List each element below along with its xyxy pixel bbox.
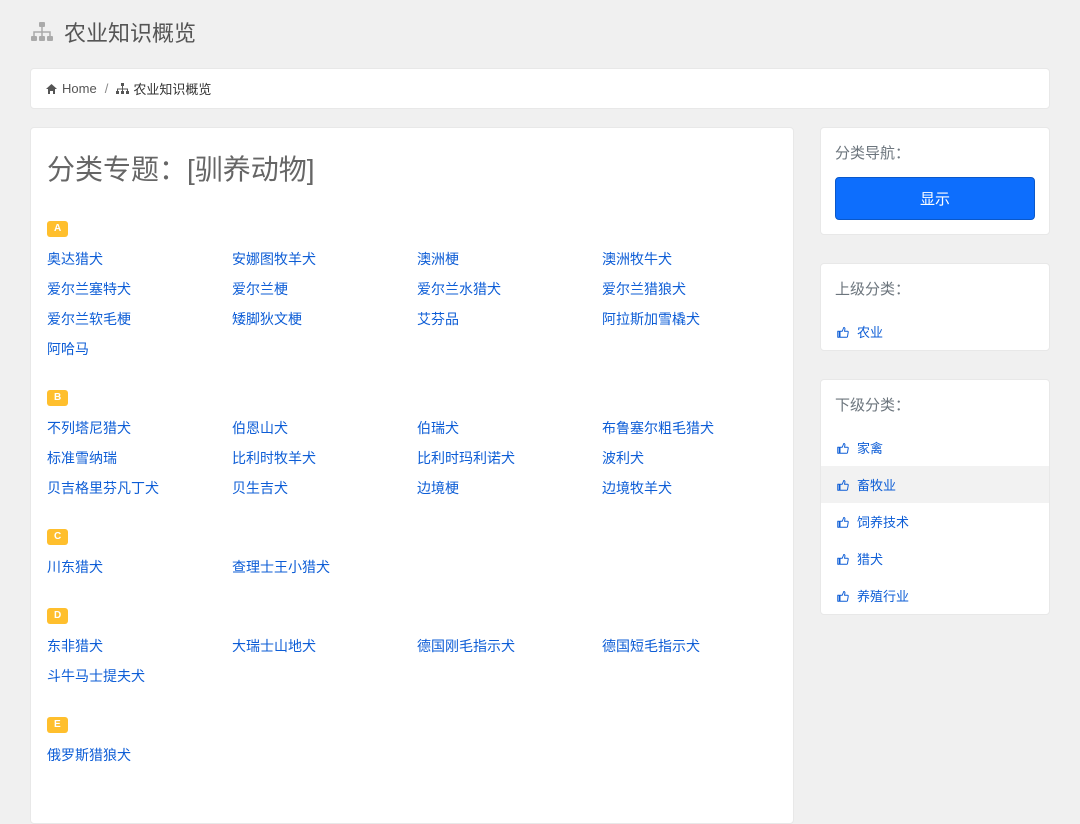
topic-link[interactable]: 斗牛马士提夫犬 [47, 666, 222, 686]
topic-link[interactable]: 爱尔兰软毛梗 [47, 309, 222, 329]
parent-category-card: 上级分类： 农业 [820, 263, 1050, 351]
topic-link[interactable]: 大瑞士山地犬 [232, 636, 407, 656]
topic-link[interactable]: 比利时牧羊犬 [232, 448, 407, 468]
category-link[interactable]: 家禽 [857, 438, 883, 457]
items-grid: 奥达猎犬安娜图牧羊犬澳洲梗澳洲牧牛犬爱尔兰塞特犬爱尔兰梗爱尔兰水猎犬爱尔兰猎狼犬… [47, 249, 777, 359]
topic-link[interactable]: 澳洲牧牛犬 [602, 249, 777, 269]
category-link[interactable]: 饲养技术 [857, 512, 909, 531]
topic-link[interactable]: 俄罗斯猎狼犬 [47, 745, 222, 765]
topic-link[interactable]: 德国短毛指示犬 [602, 636, 777, 656]
nav-card: 分类导航： 显示 [820, 127, 1050, 235]
thumbs-up-icon [837, 553, 849, 565]
topic-link[interactable]: 伯瑞犬 [417, 418, 592, 438]
topic-link[interactable]: 安娜图牧羊犬 [232, 249, 407, 269]
category-link[interactable]: 养殖行业 [857, 586, 909, 605]
thumbs-up-icon [837, 326, 849, 338]
items-grid: 川东猎犬查理士王小猎犬 [47, 557, 777, 577]
main-title: 分类专题：[驯养动物] [47, 148, 777, 188]
main-panel: 分类专题：[驯养动物] A奥达猎犬安娜图牧羊犬澳洲梗澳洲牧牛犬爱尔兰塞特犬爱尔兰… [30, 127, 794, 824]
breadcrumb-separator: / [105, 81, 109, 96]
page-header: 农业知识概览 [30, 0, 1050, 68]
topic-link[interactable]: 比利时玛利诺犬 [417, 448, 592, 468]
section-letter-badge: C [47, 529, 68, 545]
topic-link[interactable]: 阿哈马 [47, 339, 222, 359]
show-button[interactable]: 显示 [835, 177, 1035, 220]
topic-link[interactable]: 边境牧羊犬 [602, 478, 777, 498]
section-letter-badge: A [47, 221, 68, 237]
category-item[interactable]: 猎犬 [821, 540, 1049, 577]
section-letter-badge: D [47, 608, 68, 624]
items-grid: 俄罗斯猎狼犬 [47, 745, 777, 765]
thumbs-up-icon [837, 479, 849, 491]
topic-link[interactable]: 澳洲梗 [417, 249, 592, 269]
thumbs-up-icon [837, 590, 849, 602]
items-grid: 不列塔尼猎犬伯恩山犬伯瑞犬布鲁塞尔粗毛猎犬标准雪纳瑞比利时牧羊犬比利时玛利诺犬波… [47, 418, 777, 498]
nav-card-title: 分类导航： [835, 142, 1035, 163]
category-item[interactable]: 家禽 [821, 429, 1049, 466]
topic-link[interactable]: 爱尔兰水猎犬 [417, 279, 592, 299]
category-item[interactable]: 养殖行业 [821, 577, 1049, 614]
sitemap-icon [116, 83, 129, 95]
topic-link[interactable]: 艾芬品 [417, 309, 592, 329]
topic-link[interactable]: 标准雪纳瑞 [47, 448, 222, 468]
topic-link[interactable]: 矮脚狄文梗 [232, 309, 407, 329]
items-grid: 东非猎犬大瑞士山地犬德国刚毛指示犬德国短毛指示犬斗牛马士提夫犬 [47, 636, 777, 686]
child-category-card: 下级分类： 家禽畜牧业饲养技术猎犬养殖行业 [820, 379, 1050, 615]
sitemap-icon [30, 21, 54, 43]
section-letter-badge: E [47, 717, 68, 733]
page-title: 农业知识概览 [64, 16, 196, 48]
topic-link[interactable]: 爱尔兰梗 [232, 279, 407, 299]
topic-link[interactable]: 东非猎犬 [47, 636, 222, 656]
breadcrumb-current: 农业知识概览 [133, 79, 211, 98]
breadcrumb-home-link[interactable]: Home [62, 81, 97, 96]
section-letter-badge: B [47, 390, 68, 406]
topic-link[interactable]: 波利犬 [602, 448, 777, 468]
topic-link[interactable]: 川东猎犬 [47, 557, 222, 577]
category-item[interactable]: 饲养技术 [821, 503, 1049, 540]
category-link[interactable]: 农业 [857, 322, 883, 341]
category-item[interactable]: 畜牧业 [821, 466, 1049, 503]
thumbs-up-icon [837, 516, 849, 528]
topic-link[interactable]: 贝生吉犬 [232, 478, 407, 498]
topic-link[interactable]: 不列塔尼猎犬 [47, 418, 222, 438]
category-link[interactable]: 畜牧业 [857, 475, 896, 494]
topic-link[interactable]: 贝吉格里芬凡丁犬 [47, 478, 222, 498]
sidebar: 分类导航： 显示 上级分类： 农业 下级分类： 家禽畜牧业饲养技术猎犬养殖行业 [820, 127, 1050, 615]
topic-link[interactable]: 布鲁塞尔粗毛猎犬 [602, 418, 777, 438]
breadcrumb: Home / 农业知识概览 [30, 68, 1050, 109]
topic-link[interactable]: 德国刚毛指示犬 [417, 636, 592, 656]
topic-link[interactable]: 边境梗 [417, 478, 592, 498]
category-link[interactable]: 猎犬 [857, 549, 883, 568]
home-icon [45, 83, 58, 95]
thumbs-up-icon [837, 442, 849, 454]
topic-link[interactable]: 阿拉斯加雪橇犬 [602, 309, 777, 329]
parent-card-title: 上级分类： [835, 278, 1035, 299]
topic-link[interactable]: 奥达猎犬 [47, 249, 222, 269]
topic-link[interactable]: 爱尔兰塞特犬 [47, 279, 222, 299]
topic-link[interactable]: 查理士王小猎犬 [232, 557, 407, 577]
topic-link[interactable]: 爱尔兰猎狼犬 [602, 279, 777, 299]
child-card-title: 下级分类： [835, 394, 1035, 415]
topic-link[interactable]: 伯恩山犬 [232, 418, 407, 438]
category-item[interactable]: 农业 [821, 313, 1049, 350]
